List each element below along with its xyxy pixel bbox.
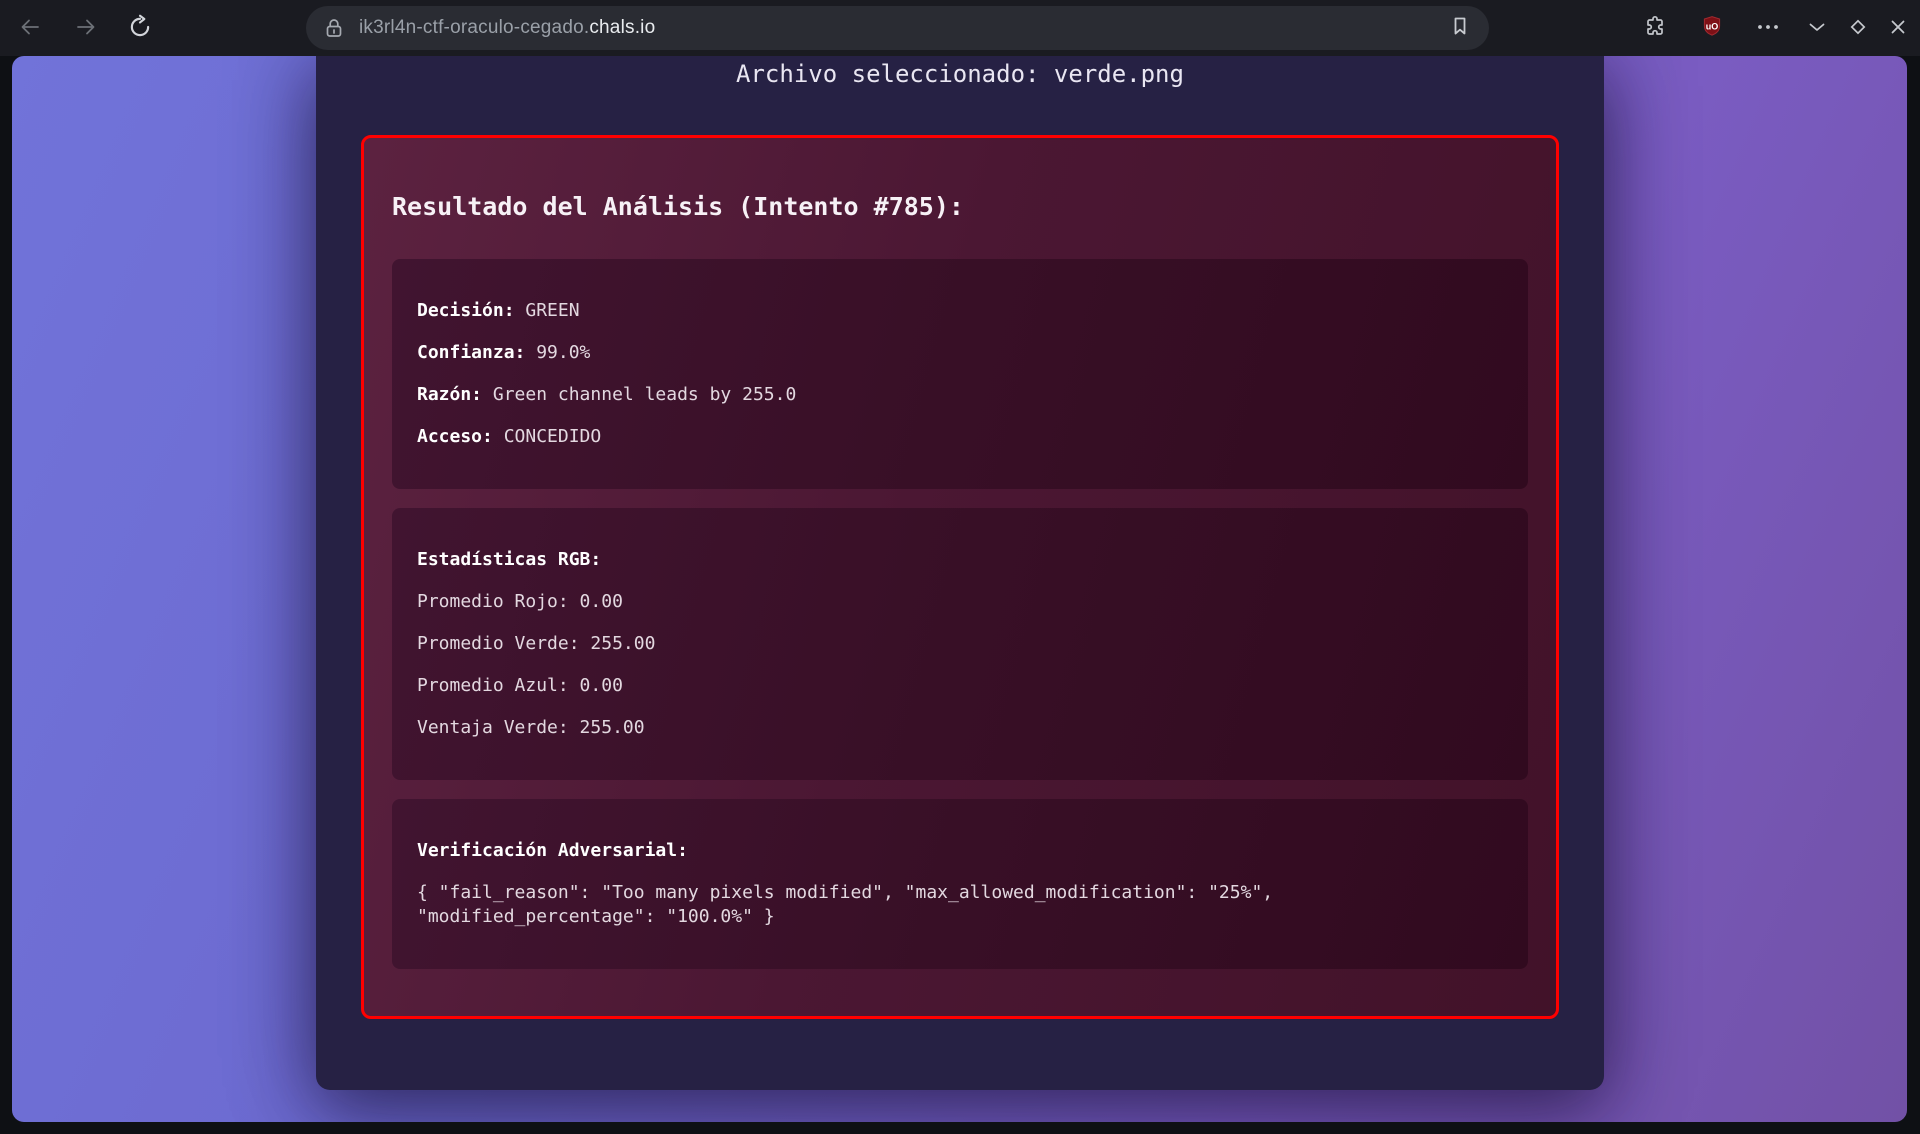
ublock-shield-icon: uO [1699, 14, 1725, 43]
back-button[interactable] [13, 11, 47, 45]
confidence-label: Confianza: [417, 342, 525, 363]
diamond-icon [1846, 15, 1870, 42]
ublock-extension-button[interactable]: uO [1695, 11, 1729, 45]
content-panel: Archivo seleccionado: verde.png Resultad… [316, 56, 1604, 1090]
reload-icon [127, 14, 153, 43]
menu-ellipsis-button[interactable] [1751, 11, 1785, 45]
adversarial-json: { "fail_reason": "Too many pixels modifi… [417, 881, 1503, 929]
bookmark-icon [1448, 14, 1472, 43]
forward-icon [74, 15, 98, 42]
svg-text:uO: uO [1706, 21, 1719, 31]
confidence-row: Confianza: 99.0% [417, 341, 1503, 365]
puzzle-icon [1643, 15, 1667, 42]
analysis-result-box: Resultado del Análisis (Intento #785): D… [361, 135, 1559, 1019]
rgb-stat-row: Promedio Azul: 0.00 [417, 674, 1503, 698]
access-row: Acceso: CONCEDIDO [417, 425, 1503, 449]
decision-card: Decisión: GREEN Confianza: 99.0% Razón: Gre… [392, 259, 1528, 489]
reason-value: Green channel leads by 255.0 [493, 384, 796, 405]
result-title: Resultado del Análisis (Intento #785): [392, 190, 1528, 223]
reload-button[interactable] [123, 11, 157, 45]
close-icon [1886, 15, 1910, 42]
page-viewport: Archivo seleccionado: verde.png Resultad… [12, 56, 1907, 1122]
bookmark-button[interactable] [1443, 11, 1477, 45]
forward-button[interactable] [69, 11, 103, 45]
close-window-button[interactable] [1881, 11, 1915, 45]
maximize-diamond-button[interactable] [1841, 11, 1875, 45]
selected-file-text: Archivo seleccionado: verde.png [316, 56, 1604, 89]
decision-row: Decisión: GREEN [417, 299, 1503, 323]
access-value: CONCEDIDO [504, 426, 602, 447]
rgb-stat-row: Ventaja Verde: 255.00 [417, 716, 1503, 740]
rgb-stat-row: Promedio Verde: 255.00 [417, 632, 1503, 656]
url-host-prefix: ik3rl4n-ctf-oraculo-cegado. [359, 17, 589, 38]
ellipsis-icon [1755, 14, 1781, 43]
minimize-chevron-button[interactable] [1800, 11, 1834, 45]
adversarial-card: Verificación Adversarial: { "fail_reason… [392, 799, 1528, 969]
back-icon [18, 15, 42, 42]
chevron-down-icon [1805, 15, 1829, 42]
url-domain: chals.io [589, 17, 655, 38]
adversarial-heading: Verificación Adversarial: [417, 839, 1503, 863]
browser-toolbar: ik3rl4n-ctf-oraculo-cegado.chals.io uO [0, 0, 1920, 56]
address-bar[interactable]: ik3rl4n-ctf-oraculo-cegado.chals.io [306, 6, 1489, 50]
decision-label: Decisión: [417, 300, 515, 321]
rgb-stats-card: Estadísticas RGB: Promedio Rojo: 0.00 Pr… [392, 508, 1528, 780]
url-text: ik3rl4n-ctf-oraculo-cegado.chals.io [359, 17, 1443, 39]
extensions-button[interactable] [1638, 11, 1672, 45]
confidence-value: 99.0% [536, 342, 590, 363]
rgb-stat-row: Promedio Rojo: 0.00 [417, 590, 1503, 614]
lock-icon [322, 16, 346, 40]
reason-row: Razón: Green channel leads by 255.0 [417, 383, 1503, 407]
reason-label: Razón: [417, 384, 482, 405]
decision-value: GREEN [525, 300, 579, 321]
access-label: Acceso: [417, 426, 493, 447]
rgb-stats-heading: Estadísticas RGB: [417, 548, 1503, 572]
